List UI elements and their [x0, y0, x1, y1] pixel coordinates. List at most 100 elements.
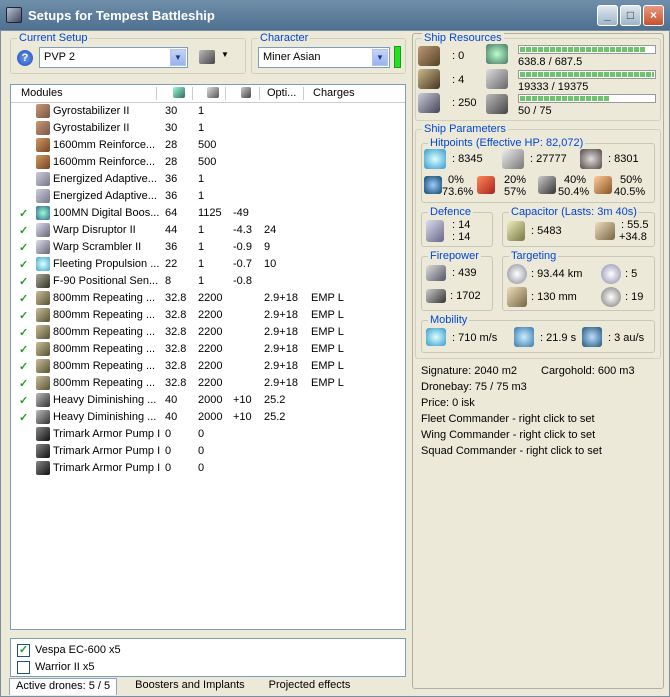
window-titlebar: Setups for Tempest Battleship _ □ ×	[0, 0, 670, 30]
module-active-check-icon[interactable]: ✓	[19, 411, 28, 424]
module-active-check-icon[interactable]: ✓	[19, 224, 28, 237]
minimize-button[interactable]: _	[597, 5, 618, 26]
drones-list[interactable]: ✓ Vespa EC-600 x5 Warrior II x5	[10, 638, 406, 677]
module-active-check-icon[interactable]: ✓	[19, 292, 28, 305]
module-row[interactable]: ✓ 800mm Repeating ... 32.8 2200 2.9+18 EMP L	[11, 290, 405, 307]
capacitor-amount: : 5483	[531, 225, 562, 237]
capacitor-column-icon[interactable]	[241, 87, 251, 98]
module-row[interactable]: ✓ 100MN Digital Boos... 64 1125 -49	[11, 205, 405, 222]
module-cpu: 36	[165, 241, 178, 253]
module-name: 1600mm Reinforce...	[53, 139, 156, 151]
module-active-check-icon[interactable]: ✓	[19, 207, 28, 220]
module-row[interactable]: ✓ 800mm Repeating ... 32.8 2200 2.9+18 EMP L	[11, 358, 405, 375]
module-name: 800mm Repeating ...	[53, 343, 156, 355]
module-active-check-icon[interactable]: ✓	[19, 377, 28, 390]
module-active-check-icon[interactable]: ✓	[19, 241, 28, 254]
module-row[interactable]: 1600mm Reinforce... 28 500	[11, 137, 405, 154]
modules-list[interactable]: Modules Opti... Charges Gyrostabilizer I…	[10, 84, 406, 630]
module-cpu: 30	[165, 122, 178, 134]
module-row[interactable]: Gyrostabilizer II 30 1	[11, 120, 405, 137]
module-row[interactable]: ✓ Heavy Diminishing ... 40 2000 +10 25.2	[11, 392, 405, 409]
column-header-optimal[interactable]: Opti...	[267, 87, 296, 99]
tab-projected-effects[interactable]: Projected effects	[263, 678, 357, 695]
setup-options-icon[interactable]	[199, 50, 215, 64]
gyrostabilizer-ii-icon	[36, 121, 50, 135]
module-active-check-icon[interactable]: ✓	[19, 309, 28, 322]
thermal-resist-icon	[477, 176, 495, 194]
module-active-check-icon[interactable]: ✓	[19, 326, 28, 339]
squad-commander-slot[interactable]: Squad Commander - right click to set	[421, 445, 602, 457]
drone-checkbox[interactable]: ✓	[17, 643, 30, 657]
800mm-repeating-icon	[36, 376, 50, 390]
module-row[interactable]: ✓ 800mm Repeating ... 32.8 2200 2.9+18 EMP L	[11, 375, 405, 392]
module-row[interactable]: ✓ Fleeting Propulsion ... 22 1 -0.7 10	[11, 256, 405, 273]
800mm-repeating-icon	[36, 359, 50, 373]
help-icon[interactable]: ?	[17, 50, 33, 66]
module-row[interactable]: Trimark Armor Pump I 0 0	[11, 426, 405, 443]
module-active-check-icon[interactable]: ✓	[19, 275, 28, 288]
module-capacitor: -0.8	[233, 275, 252, 287]
module-active-check-icon[interactable]: ✓	[19, 258, 28, 271]
kinetic-resist-icon	[538, 176, 556, 194]
module-active-check-icon[interactable]: ✓	[19, 343, 28, 356]
module-optimal: 2.9+18	[264, 343, 298, 355]
wing-commander-slot[interactable]: Wing Commander - right click to set	[421, 429, 595, 441]
character-select[interactable]: Miner Asian ▼	[258, 47, 390, 68]
800mm-repeating-icon	[36, 308, 50, 322]
module-powergrid: 1	[198, 122, 205, 134]
module-row[interactable]: ✓ 800mm Repeating ... 32.8 2200 2.9+18 EMP L	[11, 324, 405, 341]
chevron-down-icon[interactable]: ▼	[170, 49, 186, 66]
mobility-group: Mobility : 710 m/s : 21.9 s : 3 au/s	[421, 314, 655, 353]
module-active-check-icon[interactable]: ✓	[19, 360, 28, 373]
module-cpu: 0	[165, 428, 172, 440]
turret-dps-icon	[426, 265, 446, 281]
module-row[interactable]: Energized Adaptive... 36 1	[11, 188, 405, 205]
module-charges: EMP L	[311, 326, 344, 338]
tab-boosters-implants[interactable]: Boosters and Implants	[129, 678, 250, 695]
module-row[interactable]: ✓ Warp Disruptor II 44 1 -4.3 24	[11, 222, 405, 239]
fleet-commander-slot[interactable]: Fleet Commander - right click to set	[421, 413, 595, 425]
module-row[interactable]: Trimark Armor Pump I 0 0	[11, 460, 405, 477]
drone-item[interactable]: Warrior II x5	[17, 659, 95, 675]
module-cpu: 0	[165, 462, 172, 474]
warp-disruptor-ii-icon	[36, 223, 50, 237]
module-optimal: 9	[264, 241, 271, 253]
velocity-icon	[426, 328, 446, 346]
module-active-check-icon[interactable]: ✓	[19, 394, 28, 407]
target-range-value: : 93.44 km	[531, 268, 583, 280]
close-button[interactable]: ×	[643, 5, 664, 26]
gyrostabilizer-ii-icon	[36, 104, 50, 118]
setup-options-dropdown-icon[interactable]: ▼	[221, 50, 229, 59]
module-powergrid: 500	[198, 139, 217, 151]
cpu-column-icon[interactable]	[173, 87, 185, 98]
max-targets-value: : 5	[625, 268, 638, 280]
800mm-repeating-icon	[36, 291, 50, 305]
module-row[interactable]: 1600mm Reinforce... 28 500	[11, 154, 405, 171]
column-header-modules[interactable]: Modules	[21, 87, 63, 99]
tab-active-drones[interactable]: Active drones: 5 / 5	[9, 678, 118, 695]
module-name: Energized Adaptive...	[53, 190, 157, 202]
module-row[interactable]: ✓ Heavy Diminishing ... 40 2000 +10 25.2	[11, 409, 405, 426]
drone-checkbox[interactable]	[17, 660, 30, 674]
maximize-button[interactable]: □	[620, 5, 641, 26]
max-targets-icon	[601, 264, 621, 284]
module-name: Gyrostabilizer II	[53, 105, 130, 117]
module-row[interactable]: ✓ 800mm Repeating ... 32.8 2200 2.9+18 EMP L	[11, 307, 405, 324]
module-powergrid: 2200	[198, 309, 223, 321]
column-header-charges[interactable]: Charges	[313, 87, 355, 99]
setup-select[interactable]: PVP 2 ▼	[39, 47, 188, 68]
module-row[interactable]: Gyrostabilizer II 30 1	[11, 103, 405, 120]
module-charges: EMP L	[311, 360, 344, 372]
module-cpu: 64	[165, 207, 178, 219]
module-row[interactable]: ✓ 800mm Repeating ... 32.8 2200 2.9+18 EMP L	[11, 341, 405, 358]
chevron-down-icon[interactable]: ▼	[372, 49, 388, 66]
module-row[interactable]: Energized Adaptive... 36 1	[11, 171, 405, 188]
module-row[interactable]: ✓ Warp Scrambler II 36 1 -0.9 9	[11, 239, 405, 256]
module-capacitor: -0.7	[233, 258, 252, 270]
module-row[interactable]: Trimark Armor Pump I 0 0	[11, 443, 405, 460]
drone-item[interactable]: ✓ Vespa EC-600 x5	[17, 642, 121, 658]
character-select-value: Miner Asian	[263, 51, 321, 63]
powergrid-column-icon[interactable]	[207, 87, 219, 98]
module-row[interactable]: ✓ F-90 Positional Sen... 8 1 -0.8	[11, 273, 405, 290]
ship-parameters-group: Ship Parameters Hitpoints (Effective HP:…	[415, 123, 661, 359]
